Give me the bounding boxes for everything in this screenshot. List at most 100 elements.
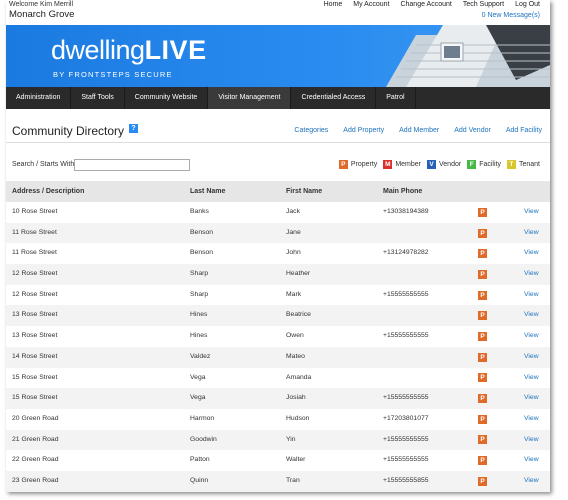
first-name-cell: Beatrice <box>286 311 311 319</box>
header-first-name[interactable]: First Name <box>286 181 383 202</box>
categories-link[interactable]: Categories <box>294 127 328 134</box>
property-type-icon: P <box>478 476 487 486</box>
property-type-icon: P <box>478 435 487 445</box>
tech-support-link[interactable]: Tech Support <box>463 1 504 8</box>
change-account-link[interactable]: Change Account <box>400 1 451 8</box>
view-link[interactable]: View <box>524 311 539 318</box>
phone-cell: +15555555555 <box>383 332 429 340</box>
view-link[interactable]: View <box>524 249 539 256</box>
view-link[interactable]: View <box>524 208 539 215</box>
first-name-cell: Mateo <box>286 352 305 360</box>
header-main-phone[interactable]: Main Phone <box>383 181 478 202</box>
property-type-icon: P <box>478 331 487 341</box>
search-input[interactable] <box>74 159 190 171</box>
nav-visitor-management[interactable]: Visitor Management <box>208 87 292 109</box>
phone-cell <box>383 368 478 389</box>
first-name-cell: Walter <box>286 456 306 464</box>
vendor-badge-icon: V <box>427 160 436 169</box>
address-cell: 10 Rose Street <box>12 208 58 215</box>
top-links: Home My Account Change Account Tech Supp… <box>313 1 540 8</box>
nav-patrol[interactable]: Patrol <box>376 87 416 109</box>
add-property-link[interactable]: Add Property <box>343 127 384 134</box>
phone-cell: +15555555555 <box>383 456 429 464</box>
view-link[interactable]: View <box>524 229 539 236</box>
view-link[interactable]: View <box>524 270 539 277</box>
address-cell: 15 Rose Street <box>12 394 58 402</box>
first-name-cell: Jack <box>286 208 300 215</box>
view-link[interactable]: View <box>524 436 539 443</box>
first-name-cell: Mark <box>286 290 302 298</box>
first-name-cell: Heather <box>286 270 311 278</box>
address-cell: 13 Rose Street <box>12 332 58 340</box>
table-header: Address / Description Last Name First Na… <box>6 181 550 202</box>
property-type-icon: P <box>478 456 487 466</box>
search-label: Search / Starts With: <box>12 161 77 168</box>
last-name-cell: Quinn <box>190 476 209 484</box>
table-row: 22 Green Road Patton Walter +15555555555 P Vi… <box>6 450 550 471</box>
property-type-icon: P <box>478 311 487 321</box>
logo-byline: BY FRONTSTEPS SECURE <box>53 70 173 79</box>
property-type-icon: P <box>478 414 487 424</box>
nav-staff-tools[interactable]: Staff Tools <box>71 87 125 109</box>
top-bar: Welcome Kim Merrill Monarch Grove Home M… <box>6 0 550 24</box>
phone-cell <box>383 305 478 326</box>
table-row: 12 Rose Street Sharp Heather P View <box>6 264 550 285</box>
view-link[interactable]: View <box>524 394 539 401</box>
header-address[interactable]: Address / Description <box>6 181 190 202</box>
first-name-cell: Tran <box>286 476 300 484</box>
address-cell: 11 Rose Street <box>12 228 57 236</box>
phone-cell <box>383 223 478 244</box>
last-name-cell: Hines <box>190 332 208 340</box>
my-account-link[interactable]: My Account <box>353 1 389 8</box>
app-window: Welcome Kim Merrill Monarch Grove Home M… <box>6 0 550 492</box>
phone-cell: +15555555555 <box>383 435 429 443</box>
address-cell: 23 Green Road <box>12 476 59 484</box>
header-last-name[interactable]: Last Name <box>190 181 286 202</box>
nav-credentialed-access[interactable]: Credentialed Access <box>291 87 377 109</box>
directory-table: Address / Description Last Name First Na… <box>6 181 550 492</box>
messages-link[interactable]: 0 New Message(s) <box>482 12 540 19</box>
last-name-cell: Banks <box>190 208 209 215</box>
nav-community-website[interactable]: Community Website <box>125 87 209 109</box>
view-link[interactable]: View <box>524 456 539 463</box>
legend-label: Member <box>395 161 421 168</box>
view-link[interactable]: View <box>524 477 539 484</box>
property-badge-icon: P <box>338 160 348 169</box>
table-row: 12 Rose Street Sharp Mark +15555555555 P View <box>6 285 550 306</box>
log-out-link[interactable]: Log Out <box>515 1 540 8</box>
dwellinglive-logo: dwellingLIVE <box>51 35 207 66</box>
brand-banner: dwellingLIVE BY FRONTSTEPS SECURE <box>6 25 550 87</box>
directory-actions: Categories Add Property Add Member Add V… <box>279 127 542 134</box>
table-row: 15 Rose Street Vega Josiah +15555555555 P Vie… <box>6 388 550 409</box>
member-badge-icon: M <box>383 160 393 169</box>
first-name-cell: Josiah <box>286 394 306 402</box>
view-link[interactable]: View <box>524 332 539 339</box>
property-type-icon: P <box>478 352 487 362</box>
phone-cell: +13124978282 <box>383 249 429 257</box>
first-name-cell: Hudson <box>286 414 310 422</box>
view-link[interactable]: View <box>524 291 539 298</box>
property-type-icon: P <box>478 290 487 300</box>
address-cell: 11 Rose Street <box>12 249 57 257</box>
nav-administration[interactable]: Administration <box>6 87 72 109</box>
home-link[interactable]: Home <box>324 1 343 8</box>
add-member-link[interactable]: Add Member <box>399 127 439 134</box>
view-link[interactable]: View <box>524 374 539 381</box>
address-cell: 22 Green Road <box>12 456 59 464</box>
phone-cell: +15555555855 <box>383 476 429 484</box>
view-link[interactable]: View <box>524 415 539 422</box>
help-icon[interactable]: ? <box>129 124 138 133</box>
phone-cell: +13038194389 <box>383 208 429 215</box>
add-facility-link[interactable]: Add Facility <box>506 127 542 134</box>
property-type-icon: P <box>478 373 487 383</box>
first-name-cell: Amanda <box>286 373 312 381</box>
page-title: Community Directory <box>12 124 125 138</box>
add-vendor-link[interactable]: Add Vendor <box>454 127 491 134</box>
first-name-cell: Jane <box>286 228 301 236</box>
view-link[interactable]: View <box>524 353 539 360</box>
address-cell: 15 Rose Street <box>12 373 58 381</box>
table-row: 13 Rose Street Hines Beatrice P View <box>6 305 550 327</box>
last-name-cell: Benson <box>190 228 214 236</box>
tenant-badge-icon: T <box>506 160 516 169</box>
table-row: 11 Rose Street Benson John +13124978282 P Vie… <box>6 243 550 264</box>
